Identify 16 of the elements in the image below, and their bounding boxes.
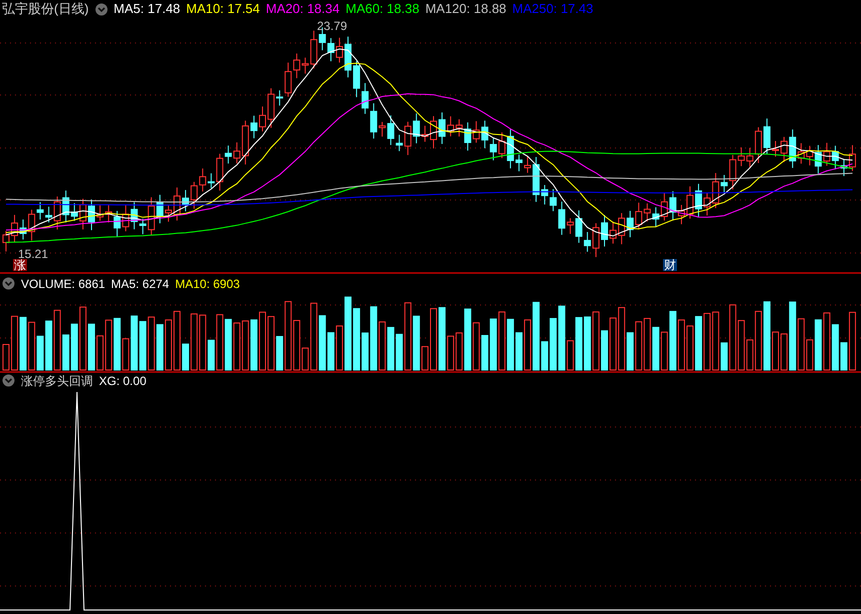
indicator-value: MA10: 17.54 (186, 0, 260, 18)
indicator-value: MA120: 18.88 (425, 0, 506, 18)
chart-title: 弘宇股份(日线) (2, 0, 89, 18)
indicator-value: MA5: 6274 (111, 276, 170, 292)
event-badge[interactable]: 财 (663, 259, 677, 271)
event-badge[interactable]: 涨 (13, 259, 27, 271)
indicator-value: MA250: 17.43 (512, 0, 594, 18)
indicator-value: MA5: 17.48 (114, 0, 180, 18)
indicator-title: 涨停多头回调 (21, 372, 93, 390)
high-price-label: 23.79 (317, 20, 348, 32)
indicator-value: MA20: 18.34 (266, 0, 340, 18)
indicator-value: XG: 0.00 (99, 372, 146, 390)
indicator-value: MA10: 6903 (175, 276, 240, 292)
indicator-value: VOLUME: 6861 (21, 276, 106, 292)
indicator-value: MA60: 18.38 (346, 0, 420, 18)
low-price-label: 15.21 (18, 248, 48, 260)
